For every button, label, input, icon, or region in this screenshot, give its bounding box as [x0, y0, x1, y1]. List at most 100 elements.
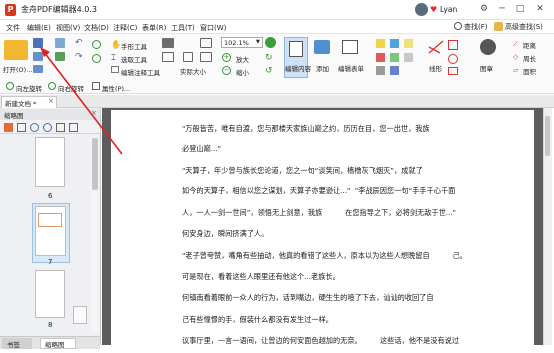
- ellipse-icon[interactable]: [448, 54, 458, 64]
- menu-tools[interactable]: 工具(T): [171, 23, 195, 33]
- rotate-left-icon[interactable]: ↺: [265, 66, 273, 76]
- pen-icon[interactable]: [390, 53, 399, 62]
- text-line[interactable]: 如今的天算子，相信以您之谋划，天算子亦要逊让..." "李战辰因您一句“手手千心…: [182, 186, 455, 196]
- delete-page-icon[interactable]: [4, 123, 13, 132]
- actual-size-button[interactable]: 实际大小: [180, 66, 206, 76]
- stamp-button[interactable]: 图章: [480, 63, 493, 73]
- line-shapes-button[interactable]: 线形: [429, 63, 442, 73]
- email-icon[interactable]: [33, 65, 43, 73]
- advanced-find-button[interactable]: 高级查找(S): [505, 22, 543, 32]
- stamp-icon[interactable]: [480, 39, 496, 55]
- thumb-zoom-in-icon[interactable]: [30, 123, 39, 132]
- back-icon[interactable]: [92, 40, 101, 49]
- document-scroll-thumb[interactable]: [545, 116, 550, 156]
- edit-annotation-tool-button[interactable]: 编辑注释工具: [121, 67, 160, 77]
- menu-form[interactable]: 表单(R): [142, 23, 166, 33]
- sound-icon[interactable]: [390, 66, 399, 75]
- add-button[interactable]: 添加: [316, 63, 329, 73]
- panel-close-icon[interactable]: ×: [91, 109, 97, 117]
- save-icon[interactable]: [33, 38, 43, 48]
- line-shapes-icon[interactable]: [428, 40, 444, 54]
- menu-file[interactable]: 文件: [6, 23, 20, 33]
- text-line[interactable]: 己有些憧憬的手，假装什么都没有发生过一样。: [182, 315, 333, 325]
- maximize-icon[interactable]: □: [512, 2, 528, 17]
- edit-content-icon: [289, 41, 303, 57]
- polygon-icon[interactable]: [448, 67, 458, 75]
- text-line[interactable]: "万般皆苦，唯有自渡，您与那楼天家族山巅之约，历历在目，您一出世，我族: [182, 124, 430, 134]
- perimeter-button[interactable]: 周长: [523, 53, 536, 63]
- hand-tool-button[interactable]: 手形工具: [121, 41, 147, 51]
- menu-edit[interactable]: 编辑(E): [27, 23, 51, 33]
- find-icon: [454, 22, 462, 30]
- area-button[interactable]: 面积: [523, 66, 536, 76]
- scan-icon[interactable]: [55, 38, 65, 48]
- callout-icon[interactable]: [404, 39, 413, 48]
- chevron-down-icon: ▼: [256, 39, 260, 45]
- app-title: 金舟PDF编辑器4.0.3: [21, 5, 97, 14]
- attach-icon[interactable]: [376, 66, 385, 75]
- export-icon[interactable]: [55, 52, 65, 61]
- avatar[interactable]: [415, 3, 428, 16]
- print-icon[interactable]: [33, 52, 43, 61]
- find-button[interactable]: 查找(F): [464, 22, 488, 32]
- rotate-right-button[interactable]: 向右旋转: [58, 83, 84, 93]
- properties-button[interactable]: 属性(P)...: [102, 83, 130, 93]
- replace-page-icon[interactable]: [69, 123, 78, 132]
- zoom-in-button[interactable]: 放大: [236, 54, 249, 64]
- tab-close-icon[interactable]: ×: [48, 97, 54, 105]
- thumb-zoom-out-icon[interactable]: [43, 123, 52, 132]
- forward-icon[interactable]: [92, 54, 101, 63]
- rectangle-icon[interactable]: [448, 40, 458, 50]
- menu-window[interactable]: 窗口(W): [200, 23, 226, 33]
- menu-view[interactable]: 视图(V): [56, 23, 80, 33]
- rotate-right-icon[interactable]: ↻: [265, 53, 273, 63]
- minimize-icon[interactable]: ─: [494, 2, 510, 17]
- tab-bookmarks-label: 书签: [7, 341, 20, 349]
- text-line[interactable]: 人，一人一剑一世间”，领悟无上剑意，我族 在您指导之下，必将剑无敌于世...": [182, 208, 456, 218]
- open-button[interactable]: 打开(O)...: [3, 64, 32, 74]
- folder-icon[interactable]: [4, 40, 28, 60]
- actual-size-icon[interactable]: [183, 52, 193, 62]
- user-name[interactable]: Lyan: [440, 5, 457, 14]
- text-line[interactable]: "天算子，年少曾与族长您论道，您之一句“谈笑间，樯橹灰飞烟灭”，成就了: [182, 166, 423, 176]
- fit-page-icon[interactable]: [162, 52, 174, 62]
- redo-icon[interactable]: ↷: [75, 52, 83, 62]
- settings-icon[interactable]: ⚙: [476, 2, 492, 17]
- tab-thumbnails-label: 缩略图: [45, 341, 65, 349]
- text-line[interactable]: 何安身边，瞬间挤满了人。: [182, 229, 268, 239]
- distance-button[interactable]: 距离: [523, 40, 536, 50]
- text-line[interactable]: 何镇南看着眼前一众人的行为，话到嘴边，硬生生的噎了下去，讪讪的收回了自: [182, 293, 434, 303]
- zoom-out-button[interactable]: 缩小: [236, 67, 249, 77]
- page-watermark-icon: [73, 306, 87, 324]
- note-icon[interactable]: [376, 39, 385, 48]
- zoom-in-icon: +: [222, 53, 231, 62]
- insert-page-icon[interactable]: [56, 123, 65, 132]
- text-box-icon[interactable]: [390, 39, 399, 48]
- snapshot-icon[interactable]: [162, 38, 174, 48]
- text-line[interactable]: 必登山巅...": [182, 144, 221, 154]
- thumbnail-page-8[interactable]: [35, 270, 65, 318]
- text-line[interactable]: 可是现在，看着这些人眼里还有他这个...老族长。: [182, 272, 340, 282]
- text-line[interactable]: "老子曾夸赞，嘴角有些抽动，他真的看错了这些人，原本以为这些人想晚留自 己。: [182, 251, 467, 261]
- add-icon[interactable]: [314, 40, 330, 54]
- edit-form-button[interactable]: 编辑表单: [338, 63, 364, 73]
- fit-visible-icon[interactable]: [200, 52, 212, 62]
- menu-comment[interactable]: 注释(C): [113, 23, 137, 33]
- rotate-left-button[interactable]: 向左旋转: [16, 83, 42, 93]
- thumbnail-page-6[interactable]: [35, 137, 65, 187]
- thumbnail-scroll-thumb[interactable]: [92, 138, 98, 190]
- stamp-small-icon[interactable]: [404, 53, 413, 62]
- page-number-8: 8: [48, 321, 53, 329]
- highlight-icon[interactable]: [376, 53, 385, 62]
- text-line[interactable]: 议事厅里，一言一语间，让曾边的何安面色越加的无奈。 这些话，他不是没有说过: [182, 336, 459, 346]
- undo-icon[interactable]: ↶: [75, 38, 83, 48]
- viewport-indicator[interactable]: [38, 213, 62, 227]
- close-icon[interactable]: ✕: [532, 2, 548, 17]
- select-tool-button[interactable]: 选取工具: [121, 54, 147, 64]
- menu-document[interactable]: 文档(D): [84, 23, 109, 33]
- pdf-page[interactable]: [111, 110, 534, 349]
- fit-width-icon[interactable]: [200, 38, 212, 48]
- rotate-icon[interactable]: [265, 37, 276, 48]
- edit-form-icon[interactable]: [342, 40, 358, 54]
- page-options-icon[interactable]: [17, 123, 26, 132]
